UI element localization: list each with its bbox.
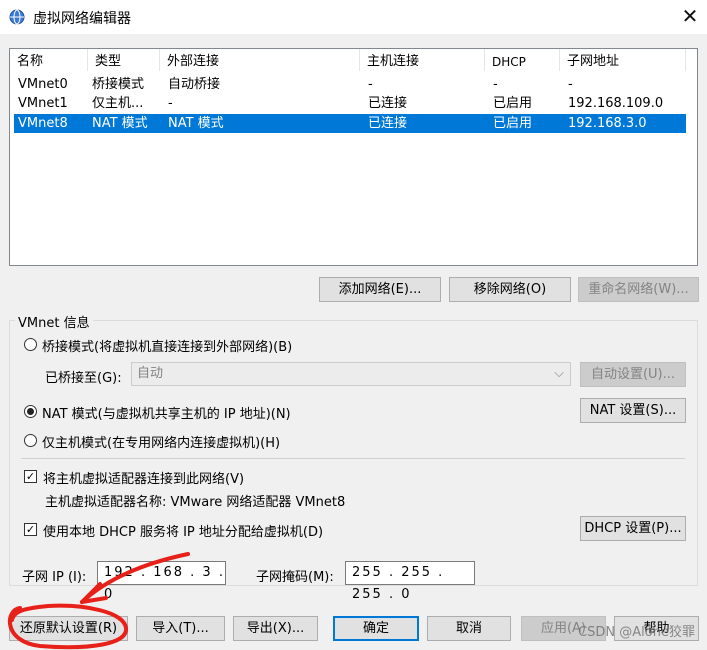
cell-subnet: 192.168.109.0 bbox=[568, 96, 664, 111]
bridged-to-value: 自动 bbox=[137, 366, 164, 381]
network-table[interactable]: 名称 类型 外部连接 主机连接 DHCP 子网地址 VMnet0 桥接模式 自动… bbox=[9, 48, 698, 266]
cell-host: - bbox=[368, 77, 373, 92]
remove-network-button[interactable]: 移除网络(O) bbox=[449, 277, 571, 302]
column-header-external[interactable]: 外部连接 bbox=[160, 49, 360, 71]
dhcp-settings-button[interactable]: DHCP 设置(P)... bbox=[580, 516, 686, 541]
subnet-ip-field[interactable]: 192 . 168 . 3 . 0 bbox=[97, 561, 226, 602]
close-button[interactable]: ✕ bbox=[678, 4, 702, 28]
rename-network-button[interactable]: 重命名网络(W)... bbox=[578, 277, 699, 302]
column-header-subnet[interactable]: 子网地址 bbox=[560, 49, 686, 71]
bridged-to-select[interactable]: 自动 ⌵ bbox=[131, 362, 571, 386]
cell-name: VMnet1 bbox=[18, 96, 68, 111]
column-header-name[interactable]: 名称 bbox=[10, 49, 88, 71]
cell-external: 自动桥接 bbox=[168, 77, 221, 92]
cell-dhcp: 已启用 bbox=[493, 116, 533, 131]
restore-defaults-button[interactable]: 还原默认设置(R) bbox=[9, 616, 128, 641]
nat-label[interactable]: NAT 模式(与虚拟机共享主机的 IP 地址)(N) bbox=[42, 403, 291, 422]
connect-adapter-label[interactable]: 将主机虚拟适配器连接到此网络(V) bbox=[43, 468, 244, 487]
cell-type: 桥接模式 bbox=[92, 77, 145, 92]
subnet-mask-field[interactable]: 255 . 255 . 255 . 0 bbox=[345, 561, 475, 602]
cell-dhcp: 已启用 bbox=[493, 96, 533, 111]
cell-dhcp: - bbox=[493, 77, 498, 92]
table-row[interactable]: VMnet0 桥接模式 自动桥接 - - - bbox=[14, 75, 686, 94]
cell-type: 仅主机... bbox=[92, 96, 144, 111]
column-header-dhcp[interactable]: DHCP bbox=[485, 49, 560, 71]
bridged-label[interactable]: 桥接模式(将虚拟机直接连接到外部网络)(B) bbox=[42, 336, 292, 355]
auto-settings-button[interactable]: 自动设置(U)... bbox=[580, 362, 686, 387]
ok-button[interactable]: 确定 bbox=[333, 616, 419, 641]
export-button[interactable]: 导出(X)... bbox=[233, 616, 318, 641]
cell-host: 已连接 bbox=[368, 116, 408, 131]
use-dhcp-label[interactable]: 使用本地 DHCP 服务将 IP 地址分配给虚拟机(D) bbox=[43, 521, 323, 540]
chevron-down-icon: ⌵ bbox=[554, 366, 564, 381]
nat-settings-button[interactable]: NAT 设置(S)... bbox=[580, 398, 686, 423]
network-globe-icon bbox=[9, 9, 25, 25]
add-network-button[interactable]: 添加网络(E)... bbox=[319, 277, 441, 302]
cell-external: NAT 模式 bbox=[168, 116, 224, 131]
cell-name: VMnet0 bbox=[18, 77, 68, 92]
watermark-text: CSDN @Alone狡罪 bbox=[578, 625, 695, 640]
cell-type: NAT 模式 bbox=[92, 116, 148, 131]
bridged-radio[interactable] bbox=[24, 338, 37, 351]
import-button[interactable]: 导入(T)... bbox=[136, 616, 225, 641]
radio-selected-dot bbox=[27, 408, 34, 415]
subnet-ip-label: 子网 IP (I): bbox=[22, 570, 87, 585]
cell-subnet: - bbox=[568, 77, 573, 92]
use-dhcp-checkbox[interactable]: ✓ bbox=[24, 523, 37, 536]
vmnet-info-group bbox=[9, 320, 698, 586]
hostonly-radio[interactable] bbox=[24, 434, 37, 447]
connect-adapter-checkbox[interactable]: ✓ bbox=[24, 470, 37, 483]
nat-radio[interactable] bbox=[24, 405, 37, 418]
adapter-name-text: 主机虚拟适配器名称: VMware 网络适配器 VMnet8 bbox=[45, 495, 346, 510]
column-header-type[interactable]: 类型 bbox=[88, 49, 160, 71]
divider bbox=[21, 458, 685, 459]
cell-subnet: 192.168.3.0 bbox=[568, 116, 647, 131]
vmnet-info-label: VMnet 信息 bbox=[15, 312, 93, 331]
subnet-mask-label: 子网掩码(M): bbox=[256, 570, 334, 585]
cell-name: VMnet8 bbox=[18, 116, 68, 131]
hostonly-label[interactable]: 仅主机模式(在专用网络内连接虚拟机)(H) bbox=[42, 432, 280, 451]
cell-external: - bbox=[168, 96, 173, 111]
bridged-to-label: 已桥接至(G): bbox=[45, 371, 122, 386]
window-title: 虚拟网络编辑器 bbox=[33, 11, 131, 27]
column-header-host[interactable]: 主机连接 bbox=[360, 49, 485, 71]
table-row[interactable]: VMnet1 仅主机... - 已连接 已启用 192.168.109.0 bbox=[14, 94, 686, 113]
cell-host: 已连接 bbox=[368, 96, 408, 111]
cancel-button[interactable]: 取消 bbox=[427, 616, 511, 641]
table-row-selected[interactable]: VMnet8 NAT 模式 NAT 模式 已连接 已启用 192.168.3.0 bbox=[14, 114, 686, 133]
